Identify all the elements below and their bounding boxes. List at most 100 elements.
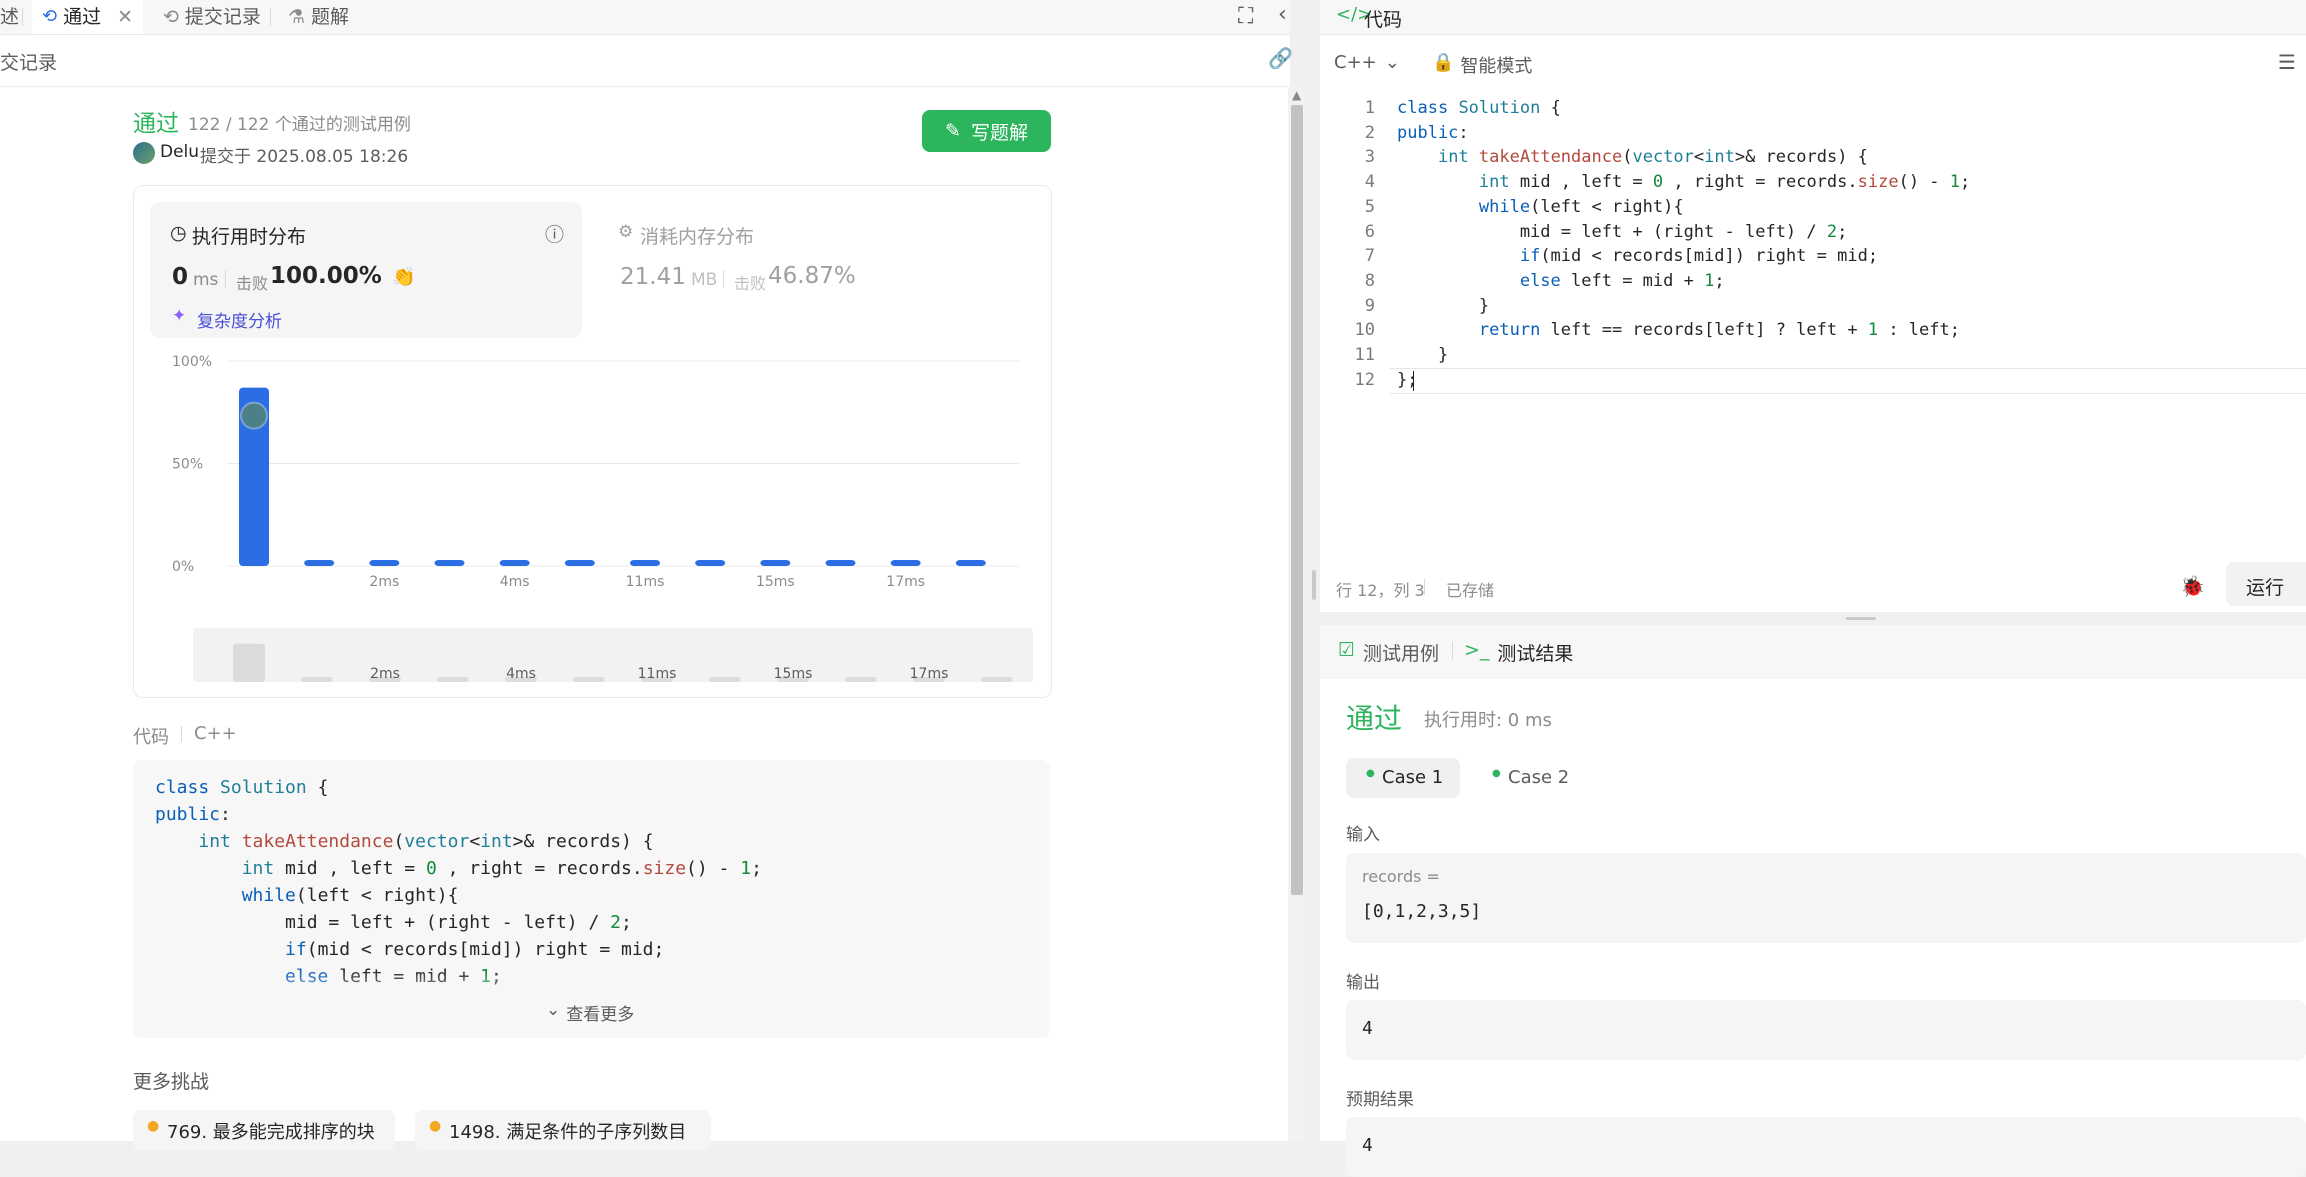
editor-title: 代码: [1364, 9, 1403, 31]
mini-tick-label: 15ms: [774, 666, 813, 682]
input-label: 输入: [1346, 825, 1380, 845]
input-value: [0,1,2,3,5]: [1362, 901, 1482, 922]
input-box: records = [0,1,2,3,5]: [1346, 853, 2306, 943]
show-more-button[interactable]: ⌄ 查看更多: [546, 1000, 634, 1025]
pass-dot: ●: [1492, 768, 1501, 779]
memory-beats: 46.87%: [768, 263, 856, 289]
submit-time: 提交于 2025.08.05 18:26: [200, 147, 409, 167]
challenge-item[interactable]: ● 769. 最多能完成排序的块: [133, 1110, 395, 1150]
tab-testcase[interactable]: ☑ 测试用例: [1338, 639, 1439, 666]
chevron-down-icon: ⌄: [1384, 52, 1400, 73]
line-text: return left == records[left] ? left + 1 …: [1478, 320, 1960, 341]
line-number: 9: [1364, 295, 1375, 316]
code-lines: class Solution {public: int takeAttendan…: [155, 774, 762, 990]
case-tab-2[interactable]: ● Case 2: [1472, 758, 1586, 798]
chart-bar: [955, 560, 986, 566]
code-line: mid = left + (right - left) / 2;: [155, 912, 632, 933]
debug-icon[interactable]: 🐞: [2180, 574, 2205, 598]
tab-description[interactable]: 述: [0, 0, 22, 34]
scroll-up-icon[interactable]: ▲: [1292, 88, 1301, 102]
line-text: else left = mid + 1;: [1519, 270, 1725, 291]
case-tab-1[interactable]: ● Case 1: [1346, 758, 1460, 798]
line-number: 11: [1354, 345, 1375, 365]
code-label: 代码: [133, 727, 169, 748]
format-icon[interactable]: ☰: [2278, 50, 2296, 74]
language-select[interactable]: C++ ⌄: [1334, 52, 1400, 73]
info-icon[interactable]: ⓘ: [545, 220, 564, 247]
code-line: int takeAttendance(vector<int>& records)…: [198, 831, 654, 852]
chevron-down-icon: ⌄: [546, 1000, 561, 1020]
cases-passed: 122 / 122 个通过的测试用例: [188, 115, 411, 135]
range-preview: 2ms 4ms 11ms 15ms 17ms: [233, 643, 1013, 682]
difficulty-dot: ●: [429, 1118, 442, 1134]
tab-submissions[interactable]: ⟲ 提交记录: [153, 0, 271, 34]
line-number: 12: [1354, 369, 1375, 390]
vertical-splitter-handle[interactable]: [1312, 570, 1316, 600]
tab-solutions[interactable]: ⚗ 题解: [280, 0, 357, 34]
status-accepted: 通过: [133, 111, 179, 137]
run-button[interactable]: 运行: [2226, 562, 2306, 606]
x-tick-label: 11ms: [626, 574, 665, 590]
editor-line: 9 }: [1320, 294, 2306, 319]
editor-line: 11 }: [1320, 343, 2306, 368]
smart-mode-toggle[interactable]: 🔒 智能模式: [1432, 52, 1532, 78]
text-cursor: [1413, 370, 1414, 391]
terminal-icon: >_: [1464, 639, 1490, 661]
link-icon[interactable]: 🔗: [1268, 46, 1293, 70]
editor-line: 4 int mid , left = 0 , right = records.s…: [1320, 170, 2306, 195]
clap-icon: 👏: [392, 266, 416, 288]
line-number: 8: [1364, 270, 1375, 291]
memory-card[interactable]: ⚙ 消耗内存分布 21.41 MB 击败 46.87%: [598, 202, 1030, 338]
fullscreen-icon[interactable]: ⛶: [1238, 4, 1253, 29]
x-tick-label: 4ms: [500, 574, 530, 590]
mini-bar: [845, 677, 877, 682]
chart-svg: 100% 50% 0% 2ms 4ms 11ms 15ms 17ms: [172, 354, 1019, 590]
runtime-card[interactable]: ◷ 执行用时分布 ⓘ 0 ms 击败 100.00% 👏 ✦ 复杂度分析: [150, 202, 582, 338]
beats-label: 击败: [734, 274, 767, 293]
line-number: 4: [1364, 172, 1375, 193]
challenge-item[interactable]: ● 1498. 满足条件的子序列数目: [415, 1110, 711, 1150]
pass-dot: ●: [1366, 768, 1375, 779]
submission-header: 交记录 🔗: [0, 34, 1293, 87]
code-block: class Solution {public: int takeAttendan…: [133, 760, 1050, 1038]
memory-icon: ⚙: [618, 222, 634, 242]
write-solution-button[interactable]: ✎ 写题解: [922, 110, 1051, 152]
divider: [181, 726, 182, 742]
test-runtime: 执行用时: 0 ms: [1424, 710, 1552, 731]
line-number: 10: [1354, 320, 1375, 341]
horizontal-splitter-handle[interactable]: [1846, 617, 1876, 620]
lock-icon: 🔒: [1432, 52, 1455, 73]
difficulty-dot: ●: [147, 1118, 160, 1134]
y-tick-label: 50%: [172, 457, 203, 473]
x-tick-label: 15ms: [756, 574, 795, 590]
history-icon: ⟲: [42, 6, 58, 27]
editor-line: 5 while(left < right){: [1320, 195, 2306, 220]
tab-testresult[interactable]: >_ 测试结果: [1464, 639, 1573, 666]
chart-bar: [760, 560, 791, 566]
mini-tick-label: 11ms: [638, 666, 677, 682]
close-icon[interactable]: ✕: [117, 0, 133, 34]
runtime-value: 0: [172, 264, 189, 290]
line-text: if(mid < records[mid]) right = mid;: [1519, 246, 1879, 267]
test-tabs: ☑ 测试用例 >_ 测试结果: [1320, 625, 2306, 678]
chart-bar: [695, 560, 726, 566]
checkbox-icon: ☑: [1338, 639, 1356, 661]
tab-accepted[interactable]: ⟲ 通过 ✕: [32, 0, 144, 34]
divider: [1424, 579, 1425, 595]
test-status: 通过: [1346, 702, 1403, 735]
username[interactable]: Delu: [160, 142, 199, 162]
mini-bar: [981, 677, 1013, 682]
editor-code[interactable]: 1 class Solution {2 public: 3 int takeAtten…: [1320, 96, 2306, 396]
output-label: 输出: [1346, 973, 1380, 993]
mini-bar: [301, 677, 333, 682]
runtime-beats: 100.00%: [270, 263, 382, 289]
collapse-icon[interactable]: ‹: [1278, 2, 1287, 27]
mini-tick-label: 2ms: [370, 666, 400, 682]
scrollbar-thumb[interactable]: [1291, 105, 1303, 895]
avatar[interactable]: [133, 142, 155, 164]
code-line: public:: [155, 804, 231, 825]
x-tick-label: 2ms: [369, 574, 399, 590]
complexity-link[interactable]: 复杂度分析: [197, 307, 282, 332]
editor-line: 2 public:: [1320, 121, 2306, 146]
range-selector[interactable]: 2ms 4ms 11ms 15ms 17ms: [193, 628, 1033, 682]
